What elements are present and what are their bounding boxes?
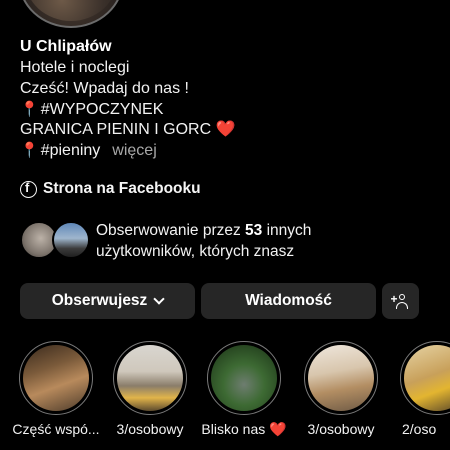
heart-icon: ❤️ xyxy=(215,121,236,139)
highlight-thumbnail xyxy=(117,345,183,411)
profile-avatar[interactable] xyxy=(18,0,124,28)
profile-screen: U Chlipałów Hotele i noclegi Cześć! Wpad… xyxy=(0,0,450,450)
mutual-followers[interactable]: Obserwowanie przez 53 innych użytkownikó… xyxy=(20,220,356,262)
highlight-label: Blisko nas ❤️ xyxy=(201,421,287,437)
message-button[interactable]: Wiadomość xyxy=(201,283,376,319)
pin-icon: 📍 xyxy=(20,142,39,160)
hashtag-pieniny[interactable]: #pieniny xyxy=(41,142,101,159)
profile-bio: U Chlipałów Hotele i noclegi Cześć! Wpad… xyxy=(20,36,440,162)
highlight-thumbnail xyxy=(308,345,374,411)
highlight-ring xyxy=(19,341,93,415)
profile-avatar-image xyxy=(25,0,117,21)
profile-actions: Obserwujesz Wiadomość + xyxy=(20,283,419,319)
mutual-followers-avatars xyxy=(20,220,92,260)
highlight-ring xyxy=(304,341,378,415)
following-button[interactable]: Obserwujesz xyxy=(20,283,195,319)
highlight-item[interactable]: Blisko nas ❤️ xyxy=(196,341,292,438)
story-highlights: Część wspó... 3/osobowy Blisko nas ❤️ 3/… xyxy=(0,341,450,450)
mutual-followers-text: Obserwowanie przez 53 innych użytkownikó… xyxy=(96,220,356,262)
follower-avatar xyxy=(52,221,90,259)
highlight-label: Część wspó... xyxy=(12,421,100,437)
pin-icon: 📍 xyxy=(20,100,39,118)
facebook-icon xyxy=(20,180,37,198)
user-body-shape xyxy=(395,302,408,309)
bio-line-category: Hotele i noclegi xyxy=(20,59,130,76)
profile-name: U Chlipałów xyxy=(20,38,112,55)
bio-location-text: GRANICA PIENIN I GORC xyxy=(20,121,212,139)
highlight-item[interactable]: Część wspó... xyxy=(8,341,104,437)
suggest-people-button[interactable]: + xyxy=(382,283,419,319)
highlight-thumbnail xyxy=(404,345,450,411)
highlight-thumbnail xyxy=(211,345,277,411)
bio-line-location: GRANICA PIENIN I GORC ❤️ xyxy=(20,120,440,141)
highlight-thumbnail xyxy=(23,345,89,411)
followers-text-before: Obserwowanie przez xyxy=(96,222,246,239)
highlight-ring xyxy=(113,341,187,415)
hashtag-wypoczynek[interactable]: #WYPOCZYNEK xyxy=(41,101,164,118)
following-button-label: Obserwujesz xyxy=(51,292,148,309)
more-link[interactable]: więcej xyxy=(112,142,156,159)
bio-line-greeting: Cześć! Wpadaj do nas ! xyxy=(20,79,189,97)
facebook-page-link[interactable]: Strona na Facebooku xyxy=(20,180,201,198)
highlight-ring xyxy=(207,341,281,415)
bio-line-hashtag-pieniny: 📍 #pieniny więcej xyxy=(20,141,440,162)
highlight-item[interactable]: 2/oso xyxy=(388,341,450,437)
highlight-label: 2/oso xyxy=(402,421,437,437)
user-head-shape xyxy=(398,294,405,300)
highlight-label: 3/osobowy xyxy=(116,421,184,437)
highlight-item[interactable]: 3/osobowy xyxy=(293,341,389,437)
message-button-label: Wiadomość xyxy=(245,292,332,309)
chevron-down-icon xyxy=(153,293,165,305)
highlight-item[interactable]: 3/osobowy xyxy=(102,341,198,437)
followers-count: 53 xyxy=(245,222,263,239)
facebook-link-label: Strona na Facebooku xyxy=(43,180,201,197)
add-user-icon: + xyxy=(390,292,410,309)
bio-line-hashtag-wypoczynek: 📍 #WYPOCZYNEK xyxy=(20,100,440,121)
highlight-ring xyxy=(400,341,450,415)
plus-icon: + xyxy=(390,292,398,306)
highlight-label: 3/osobowy xyxy=(307,421,375,437)
